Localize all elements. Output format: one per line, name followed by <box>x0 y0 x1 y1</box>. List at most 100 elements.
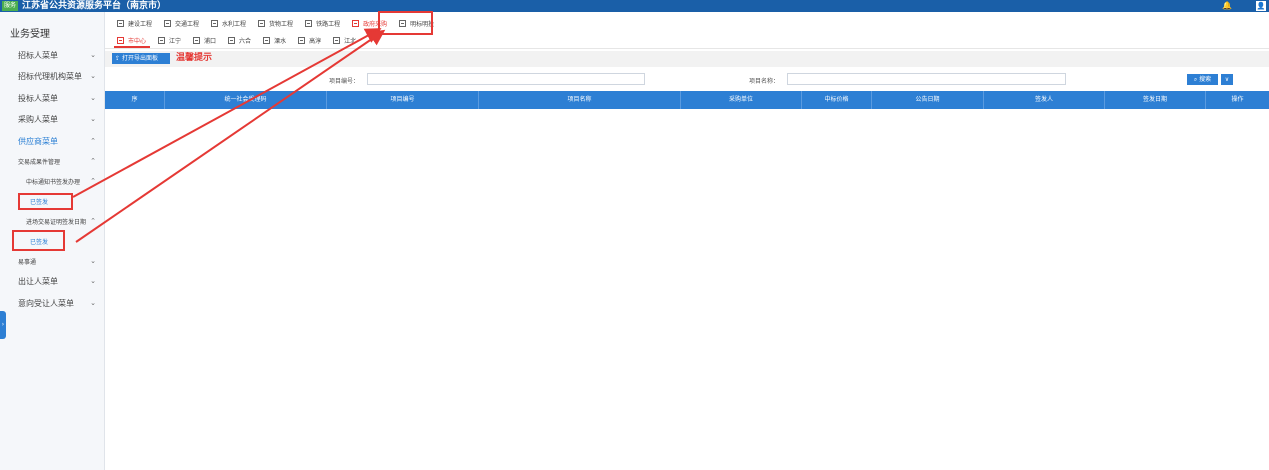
tab-transport[interactable]: 交通工程 <box>164 18 199 28</box>
sidebar-item-trade-results[interactable]: 交易成果件管理 ⌃ <box>0 151 104 171</box>
sidebar-item-agency[interactable]: 招标代理机构菜单 ⌄ <box>0 66 104 86</box>
highlight-box-issued-2 <box>12 230 65 251</box>
tab-icon <box>228 36 236 44</box>
tab-goods[interactable]: 货物工程 <box>258 18 293 28</box>
tab-icon <box>117 36 124 44</box>
sidebar-collapse-handle[interactable]: › <box>0 311 6 339</box>
tab-jiangning[interactable]: 江宁 <box>158 35 181 45</box>
tab-icon <box>298 36 306 44</box>
column-header[interactable]: 签发日期 <box>1105 91 1206 109</box>
tab-city-center[interactable]: 市中心 <box>117 35 146 45</box>
column-header[interactable]: 项目名称 <box>479 91 681 109</box>
tab-icon <box>352 19 360 27</box>
sidebar-item-label: 中标通知书签发办理 <box>26 178 81 186</box>
upload-icon: ⇪ <box>115 55 121 62</box>
toolbar <box>105 51 1269 67</box>
platform-title: 江苏省公共资源服务平台（南京市） <box>22 1 167 11</box>
sidebar-item-label: 易事通 <box>18 258 37 266</box>
tab-label: 六合 <box>239 37 252 45</box>
column-header[interactable]: 签发人 <box>984 91 1105 109</box>
warm-tip-link[interactable]: 温馨提示 <box>176 53 212 64</box>
tab-label: 建设工程 <box>128 20 153 28</box>
chevron-down-icon: ⌄ <box>90 257 96 265</box>
column-header[interactable]: 统一社会受理码 <box>165 91 327 109</box>
column-header[interactable]: 操作 <box>1206 91 1269 109</box>
project-name-input[interactable] <box>787 73 1066 85</box>
export-panel-button[interactable]: ⇪ 打开导出面板 <box>112 53 170 64</box>
project-name-label: 项目名称： <box>749 78 780 85</box>
sidebar-item-label: 招标代理机构菜单 <box>18 71 82 81</box>
tab-label: 铁路工程 <box>316 20 341 28</box>
bell-icon[interactable]: 🔔 <box>1222 1 1232 11</box>
sidebar-item-tenderer[interactable]: 招标人菜单 ⌄ <box>0 45 104 65</box>
search-icon: ⌕ <box>1193 76 1198 83</box>
top-bar: 服务 江苏省公共资源服务平台（南京市） 🔔 👤 <box>0 0 1269 12</box>
chevron-up-icon: ⌃ <box>90 137 96 145</box>
sidebar-item-award-notice[interactable]: 中标通知书签发办理 ⌃ <box>0 171 104 191</box>
sidebar-item-entry-proof[interactable]: 进场交易证明签发日期 ⌃ <box>0 211 104 231</box>
chevron-up-icon: ⌃ <box>90 217 96 225</box>
tab-pukou[interactable]: 浦口 <box>193 35 216 45</box>
chevron-down-icon: ⌄ <box>90 94 96 102</box>
tab-icon <box>333 36 341 44</box>
chevron-down-icon: ⌄ <box>90 115 96 123</box>
tab-label: 溧水 <box>274 37 287 45</box>
chevron-up-icon: ⌃ <box>90 177 96 185</box>
chevron-down-icon: ⌄ <box>90 299 96 307</box>
sidebar-item-label: 交易成果件管理 <box>18 158 61 166</box>
column-header[interactable]: 公告日期 <box>872 91 984 109</box>
sidebar-item-transferee[interactable]: 意向受让人菜单 ⌄ <box>0 293 104 313</box>
project-code-label: 项目编号： <box>329 78 360 85</box>
platform-logo: 服务 <box>2 1 18 11</box>
user-icon[interactable]: 👤 <box>1256 1 1266 11</box>
tab-icon <box>164 19 172 27</box>
sidebar-item-yishitong[interactable]: 易事通 ⌄ <box>0 251 104 271</box>
project-code-input[interactable] <box>367 73 645 85</box>
tab-label: 江北 <box>344 37 357 45</box>
sidebar-item-label: 进场交易证明签发日期 <box>26 218 87 226</box>
tab-construction[interactable]: 建设工程 <box>117 18 152 28</box>
sidebar-item-supplier[interactable]: 供应商菜单 ⌃ <box>0 131 104 151</box>
tab-icon <box>211 19 219 27</box>
column-header[interactable]: 序 <box>105 91 165 109</box>
sidebar-item-transferor[interactable]: 出让人菜单 ⌄ <box>0 271 104 291</box>
table-header: 序 统一社会受理码 项目编号 项目名称 采购单位 中标价格 公告日期 签发人 签… <box>105 91 1269 109</box>
column-header[interactable]: 中标价格 <box>802 91 872 109</box>
tab-icon <box>158 36 166 44</box>
tab-railway[interactable]: 铁路工程 <box>305 18 340 28</box>
tab-icon <box>263 36 271 44</box>
tab-icon <box>193 36 201 44</box>
highlight-box-gov-procurement <box>378 11 433 35</box>
tab-divider <box>105 48 1269 49</box>
expand-filters-button[interactable]: ∨ <box>1221 74 1233 85</box>
tab-label: 货物工程 <box>269 20 294 28</box>
tab-label: 高淳 <box>309 37 322 45</box>
tab-icon <box>305 19 313 27</box>
search-button[interactable]: ⌕ 搜索 <box>1187 74 1218 85</box>
chevron-down-icon: ⌄ <box>90 51 96 59</box>
tab-label: 市中心 <box>128 37 147 45</box>
sidebar-item-bidder[interactable]: 投标人菜单 ⌄ <box>0 88 104 108</box>
sidebar-title: 业务受理 <box>10 29 50 40</box>
tab-luhe[interactable]: 六合 <box>228 35 251 45</box>
secondary-tabs: 市中心 江宁 浦口 六合 溧水 高淳 江北 <box>117 35 368 45</box>
column-header[interactable]: 项目编号 <box>327 91 479 109</box>
tab-water[interactable]: 水利工程 <box>211 18 246 28</box>
sidebar-item-label: 供应商菜单 <box>18 136 58 146</box>
chevron-down-icon: ⌄ <box>90 277 96 285</box>
tab-gaochun[interactable]: 高淳 <box>298 35 321 45</box>
highlight-box-issued-1 <box>18 193 73 210</box>
column-header[interactable]: 采购单位 <box>681 91 802 109</box>
tab-label: 水利工程 <box>222 20 247 28</box>
tab-icon <box>258 19 266 27</box>
sidebar-item-label: 采购人菜单 <box>18 114 58 124</box>
annotation-arrows <box>72 28 386 243</box>
tab-icon <box>117 19 124 27</box>
tab-label: 交通工程 <box>175 20 200 28</box>
sidebar-item-label: 出让人菜单 <box>18 276 58 286</box>
sidebar-item-purchaser[interactable]: 采购人菜单 ⌄ <box>0 109 104 129</box>
tab-jiangbei[interactable]: 江北 <box>333 35 356 45</box>
tab-lishui[interactable]: 溧水 <box>263 35 286 45</box>
search-label: 搜索 <box>1199 76 1212 83</box>
chevron-up-icon: ⌃ <box>90 157 96 165</box>
